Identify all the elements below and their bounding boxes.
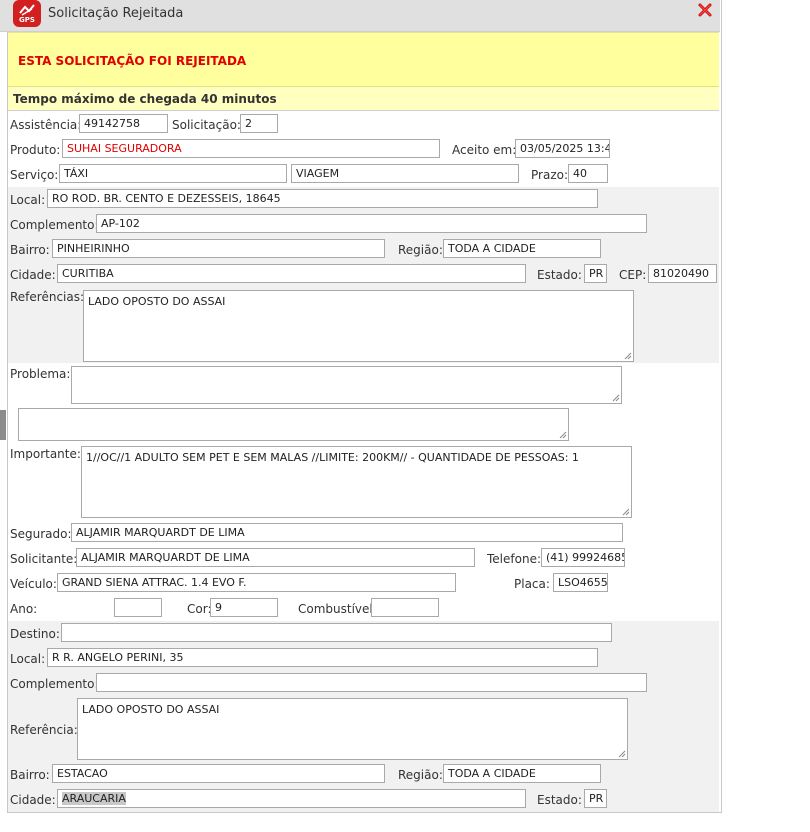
ano-label: Ano:: [10, 602, 38, 616]
cidade-label: Cidade:: [10, 268, 56, 282]
destino-regiao-label: Região:: [398, 768, 443, 782]
bairro-label: Bairro:: [10, 243, 50, 257]
solicitante-label: Solicitante:: [10, 552, 78, 566]
window-title: Solicitação Rejeitada: [48, 6, 184, 21]
combustivel-field[interactable]: [371, 598, 439, 617]
cor-label: Cor:: [187, 602, 212, 616]
bairro-field[interactable]: PINHEIRINHO: [52, 239, 385, 258]
veiculo-label: Veículo:: [10, 577, 57, 591]
cep-field[interactable]: 81020490: [648, 264, 717, 283]
regiao-field[interactable]: TODA A CIDADE: [443, 239, 601, 258]
resize-grip-icon[interactable]: [623, 351, 632, 360]
solicitacao-field[interactable]: 2: [240, 114, 278, 133]
complemento-field[interactable]: AP-102: [96, 214, 647, 233]
page-scroll-handle[interactable]: [0, 410, 6, 440]
destino-estado-field[interactable]: PR: [584, 789, 607, 808]
logo-text: GPS: [19, 16, 35, 24]
referencias-label: Referências:: [10, 290, 85, 304]
placa-label: Placa:: [514, 577, 550, 591]
estado-label: Estado:: [537, 268, 582, 282]
produto-field[interactable]: SUHAI SEGURADORA: [62, 139, 440, 158]
destino-referencia-label: Referência:: [10, 723, 78, 737]
destino-field[interactable]: [61, 623, 612, 642]
assistencia-label: Assistência:: [10, 118, 82, 132]
rejection-alert: ESTA SOLICITAÇÃO FOI REJEITADA: [8, 32, 719, 87]
local-label: Local:: [10, 193, 46, 207]
resize-grip-icon[interactable]: [621, 507, 630, 516]
resize-grip-icon[interactable]: [617, 749, 626, 758]
solicitacao-label: Solicitação:: [172, 118, 241, 132]
regiao-label: Região:: [398, 243, 443, 257]
alert-text: ESTA SOLICITAÇÃO FOI REJEITADA: [18, 54, 247, 68]
servico-label: Serviço:: [10, 168, 59, 182]
problema-detail-textarea[interactable]: [18, 408, 569, 441]
arrival-info-text: Tempo máximo de chegada 40 minutos: [13, 92, 277, 106]
destino-bairro-label: Bairro:: [10, 768, 50, 782]
destino-complemento-field[interactable]: [96, 673, 647, 692]
referencias-textarea[interactable]: LADO OPOSTO DO ASSAI: [83, 290, 634, 362]
problema-textarea[interactable]: [71, 366, 622, 404]
importante-textarea[interactable]: 1//OC//1 ADULTO SEM PET E SEM MALAS //LI…: [81, 446, 632, 518]
combustivel-label: Combustível:: [298, 602, 377, 616]
destino-local-field[interactable]: R R. ANGELO PERINI, 35: [47, 648, 598, 667]
placa-field[interactable]: LSO4655: [553, 573, 608, 592]
destino-cidade-label: Cidade:: [10, 793, 56, 807]
segurado-field[interactable]: ALJAMIR MARQUARDT DE LIMA: [71, 523, 623, 542]
estado-field[interactable]: PR: [584, 264, 607, 283]
cor-field[interactable]: 9: [210, 598, 278, 617]
destino-referencia-text: LADO OPOSTO DO ASSAI: [82, 703, 220, 716]
destino-cidade-field[interactable]: ARAUCARIA: [57, 789, 526, 808]
cidade-field[interactable]: CURITIBA: [57, 264, 526, 283]
title-bar: GPS Solicitação Rejeitada: [0, 0, 720, 32]
resize-grip-icon[interactable]: [611, 393, 620, 402]
local-field[interactable]: RO ROD. BR. CENTO E DEZESSEIS, 18645: [47, 189, 598, 208]
assistencia-field[interactable]: 49142758: [79, 114, 168, 133]
segurado-label: Segurado:: [10, 527, 72, 541]
destino-complemento-label: Complemento:: [10, 677, 99, 691]
ano-field[interactable]: [114, 598, 162, 617]
referencias-text: LADO OPOSTO DO ASSAI: [88, 295, 226, 308]
gps-logo: GPS: [13, 0, 41, 27]
close-x-icon[interactable]: [697, 2, 715, 20]
telefone-field[interactable]: (41) 999246855: [541, 548, 625, 567]
cep-label: CEP:: [619, 268, 647, 282]
importante-text: 1//OC//1 ADULTO SEM PET E SEM MALAS //LI…: [86, 451, 579, 464]
prazo-label: Prazo:: [531, 168, 568, 182]
destino-regiao-field[interactable]: TODA A CIDADE: [443, 764, 601, 783]
aceito-field[interactable]: 03/05/2025 13:42: [515, 139, 610, 158]
resize-grip-icon[interactable]: [558, 430, 567, 439]
importante-label: Importante:: [10, 447, 81, 461]
destino-referencia-textarea[interactable]: LADO OPOSTO DO ASSAI: [77, 698, 628, 760]
veiculo-field[interactable]: GRAND SIENA ATTRAC. 1.4 EVO F.: [57, 573, 456, 592]
destino-label: Destino:: [10, 627, 60, 641]
problema-label: Problema:: [10, 367, 71, 381]
destino-estado-label: Estado:: [537, 793, 582, 807]
servico-field[interactable]: TÁXI: [59, 164, 287, 183]
destino-cidade-selected-text: ARAUCARIA: [62, 792, 126, 805]
destino-local-label: Local:: [10, 652, 46, 666]
destino-bairro-field[interactable]: ESTACAO: [52, 764, 385, 783]
produto-label: Produto:: [10, 143, 61, 157]
telefone-label: Telefone:: [487, 552, 541, 566]
arrival-info: Tempo máximo de chegada 40 minutos: [8, 87, 719, 111]
aceito-label: Aceito em:: [452, 143, 517, 157]
prazo-field[interactable]: 40: [568, 164, 608, 183]
solicitante-field[interactable]: ALJAMIR MARQUARDT DE LIMA: [76, 548, 475, 567]
servico-type-field[interactable]: VIAGEM: [291, 164, 519, 183]
complemento-label: Complemento:: [10, 218, 99, 232]
